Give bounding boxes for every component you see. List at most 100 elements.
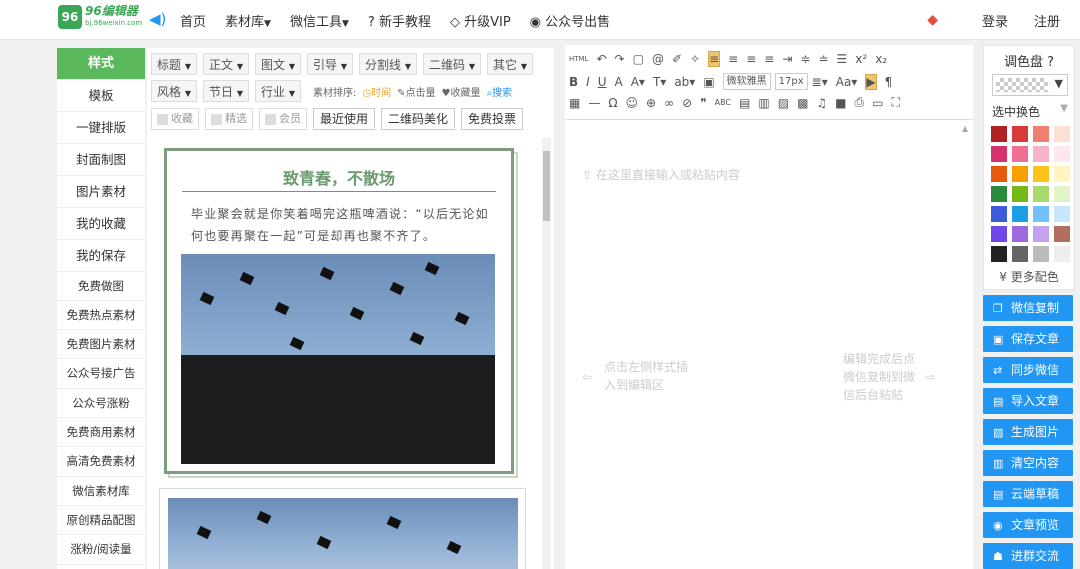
- new-doc-icon[interactable]: ▢: [633, 52, 644, 66]
- text-style-icon[interactable]: T▾: [653, 75, 666, 89]
- gallery-icon[interactable]: ▥: [758, 96, 769, 110]
- nav-sell-account[interactable]: ◉ 公众号出售: [530, 11, 611, 30]
- chevron-down-icon[interactable]: ▼: [1060, 103, 1068, 114]
- dropdown-industry[interactable]: 行业 ▼: [255, 80, 301, 102]
- font-size-select[interactable]: 17px: [774, 73, 808, 90]
- color-swatch[interactable]: [1054, 126, 1070, 142]
- hr-icon[interactable]: —: [588, 96, 600, 110]
- border-icon[interactable]: A: [615, 75, 623, 89]
- nav-vip[interactable]: ◇ 升级VIP: [450, 11, 511, 30]
- color-swatch[interactable]: [991, 146, 1007, 162]
- dropdown-body[interactable]: 正文 ▼: [203, 53, 249, 75]
- underline-icon[interactable]: U: [598, 75, 607, 89]
- sidebar-item-hd-materials[interactable]: 高清免费素材: [57, 447, 145, 477]
- nav-wechat-tools[interactable]: 微信工具▼: [290, 11, 349, 30]
- recently-used-button[interactable]: 最近使用: [313, 108, 376, 130]
- sidebar-item-free-images[interactable]: 免费图片素材: [57, 330, 145, 360]
- color-swatch[interactable]: [1012, 166, 1028, 182]
- sidebar-item-my-saved[interactable]: 我的保存: [57, 240, 145, 272]
- subscript-icon[interactable]: x₂: [875, 52, 887, 66]
- dropdown-qrcode[interactable]: 二维码 ▼: [423, 53, 481, 75]
- bell-icon[interactable]: ◆: [927, 12, 938, 28]
- magic-wand-icon[interactable]: ✧: [690, 52, 700, 66]
- color-swatch[interactable]: [1033, 146, 1049, 162]
- link-icon[interactable]: ∞: [664, 96, 674, 110]
- dropdown-guide[interactable]: 引导 ▼: [307, 53, 353, 75]
- style-card[interactable]: [159, 488, 526, 569]
- color-swatch[interactable]: [1054, 186, 1070, 202]
- color-swatch[interactable]: [1012, 146, 1028, 162]
- bg-color-icon[interactable]: ab▾: [674, 75, 695, 89]
- color-swatch[interactable]: [991, 166, 1007, 182]
- register-link[interactable]: 注册: [1034, 11, 1060, 30]
- font-color-icon[interactable]: A▾: [631, 75, 645, 89]
- nav-materials[interactable]: 素材库▼: [225, 11, 271, 30]
- grid-icon[interactable]: ▩: [797, 96, 808, 110]
- dropdown-other[interactable]: 其它 ▼: [487, 53, 533, 75]
- align-left-icon[interactable]: ≡: [708, 51, 721, 67]
- unlink-icon[interactable]: ⊘: [682, 96, 692, 110]
- align-right-icon[interactable]: ≡: [746, 52, 756, 66]
- speaker-icon[interactable]: ◀): [149, 10, 166, 28]
- color-swatch[interactable]: [1033, 166, 1049, 182]
- color-swatch[interactable]: [1054, 166, 1070, 182]
- color-swatch[interactable]: [1033, 226, 1049, 242]
- color-swatch[interactable]: [1054, 146, 1070, 162]
- search-link[interactable]: ⌕搜索: [486, 84, 512, 99]
- sort-time[interactable]: ◷时间: [362, 84, 391, 99]
- redo-icon[interactable]: ↷: [615, 52, 625, 66]
- line-height-icon[interactable]: ≑: [800, 52, 810, 66]
- sidebar-item-image-materials[interactable]: 图片素材: [57, 176, 145, 208]
- more-colors-link[interactable]: ¥ 更多配色: [984, 268, 1074, 285]
- emoji-icon[interactable]: ☺: [626, 96, 639, 110]
- color-swatch[interactable]: [1054, 206, 1070, 222]
- color-swatch[interactable]: [1033, 186, 1049, 202]
- dropdown-style[interactable]: 风格 ▼: [151, 80, 197, 102]
- color-swatch[interactable]: [1033, 126, 1049, 142]
- color-swatch[interactable]: [991, 186, 1007, 202]
- indent-icon[interactable]: ⇥: [782, 52, 792, 66]
- color-swatch[interactable]: [1033, 246, 1049, 262]
- style-card[interactable]: 致青春，不散场 毕业聚会就是你笑着喝完这瓶啤酒说：“以后无论如何也要再聚在一起”…: [164, 148, 514, 474]
- list-icon[interactable]: ☰: [837, 52, 848, 66]
- sidebar-item-read-count[interactable]: 涨粉/阅读量: [57, 535, 145, 565]
- sidebar-item-cover-design[interactable]: 封面制图: [57, 144, 145, 176]
- video-icon[interactable]: ■: [835, 96, 846, 110]
- omega-icon[interactable]: Ω: [608, 96, 617, 110]
- sidebar-item-one-click-layout[interactable]: 一键排版: [57, 112, 145, 144]
- qrcode-beautify-button[interactable]: 二维码美化: [381, 108, 456, 130]
- dropdown-image-text[interactable]: 图文 ▼: [255, 53, 301, 75]
- at-icon[interactable]: @: [652, 52, 664, 66]
- login-link[interactable]: 登录: [982, 11, 1008, 30]
- sidebar-item-styles[interactable]: 样式: [57, 48, 145, 80]
- color-swatch[interactable]: [991, 206, 1007, 222]
- clear-content-button[interactable]: ▥ 清空内容: [983, 450, 1073, 476]
- music-icon[interactable]: ♫: [816, 96, 827, 110]
- select-change-color[interactable]: 选中换色: [992, 103, 1040, 120]
- import-article-button[interactable]: ▤ 导入文章: [983, 388, 1073, 414]
- color-swatch[interactable]: [1054, 246, 1070, 262]
- case-icon[interactable]: Aa▾: [836, 75, 858, 89]
- fullscreen-icon[interactable]: ⛶: [891, 95, 899, 110]
- italic-icon[interactable]: I: [586, 75, 590, 89]
- color-picker[interactable]: ▼: [992, 74, 1068, 96]
- sidebar-item-hot-materials[interactable]: 免费热点素材: [57, 301, 145, 331]
- nav-home[interactable]: 首页: [180, 11, 206, 30]
- sidebar-item-templates[interactable]: 模板: [57, 80, 145, 112]
- filter-member-checkbox[interactable]: 会员: [259, 108, 307, 130]
- sidebar-item-commercial-materials[interactable]: 免费商用素材: [57, 418, 145, 448]
- sidebar-item-my-favorites[interactable]: 我的收藏: [57, 208, 145, 240]
- eraser-icon[interactable]: ✐: [672, 52, 682, 66]
- join-group-button[interactable]: ☗ 进群交流: [983, 543, 1073, 569]
- article-preview-button[interactable]: ◉ 文章预览: [983, 512, 1073, 538]
- bold-icon[interactable]: B: [569, 75, 578, 89]
- nav-tutorial[interactable]: ? 新手教程: [368, 11, 431, 30]
- color-swatch[interactable]: [991, 226, 1007, 242]
- image-upload-icon[interactable]: ▤: [739, 96, 750, 110]
- picture-icon[interactable]: ▨: [778, 96, 789, 110]
- color-swatch[interactable]: [991, 246, 1007, 262]
- color-swatch[interactable]: [1012, 126, 1028, 142]
- search-icon[interactable]: ⊕: [646, 96, 656, 110]
- sync-wechat-button[interactable]: ⇄ 同步微信: [983, 357, 1073, 383]
- spellcheck-icon[interactable]: ABC: [715, 98, 731, 107]
